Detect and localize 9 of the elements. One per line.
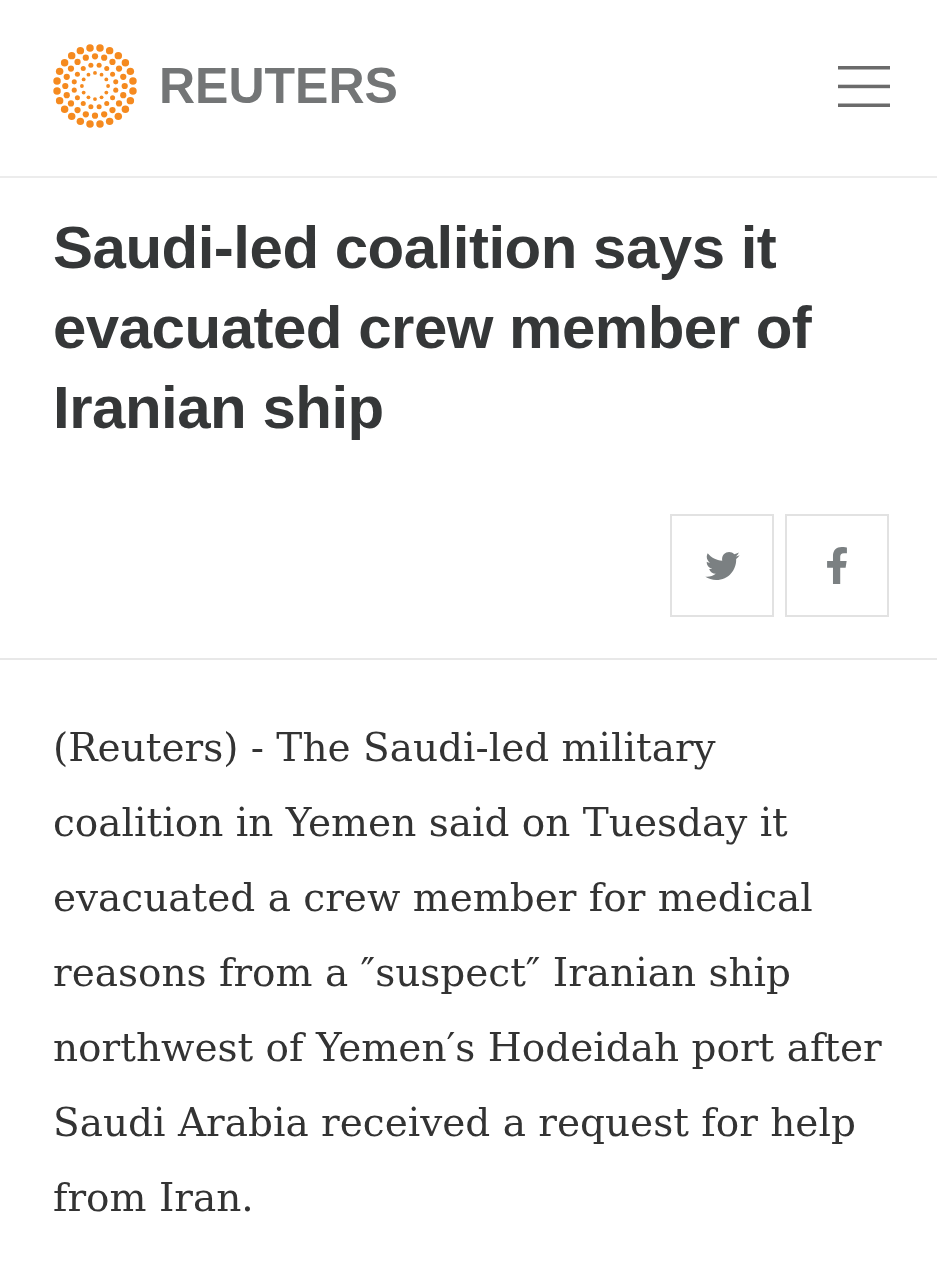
- share-button[interactable]: [670, 514, 774, 617]
- article-paragraph: (Reuters) - The Saudi-led military coalition in Yemen said on Tuesday it evacuated a crew member for medical reasons from a ″suspect″ Iranian ship northwest of Yemen′s Hodeidah port after Saudi Arabia received a request for help from Iran.: [53, 724, 883, 1222]
- logo-icon: [53, 44, 137, 128]
- bird-icon: [704, 551, 740, 580]
- headline: Saudi-led coalition says it evacuated crew member of Iranian ship: [53, 213, 813, 443]
- f-letter-icon: [827, 547, 847, 584]
- share-button[interactable]: [785, 514, 889, 617]
- menu-icon[interactable]: [838, 65, 890, 107]
- logo-text: REUTERS: [159, 61, 398, 111]
